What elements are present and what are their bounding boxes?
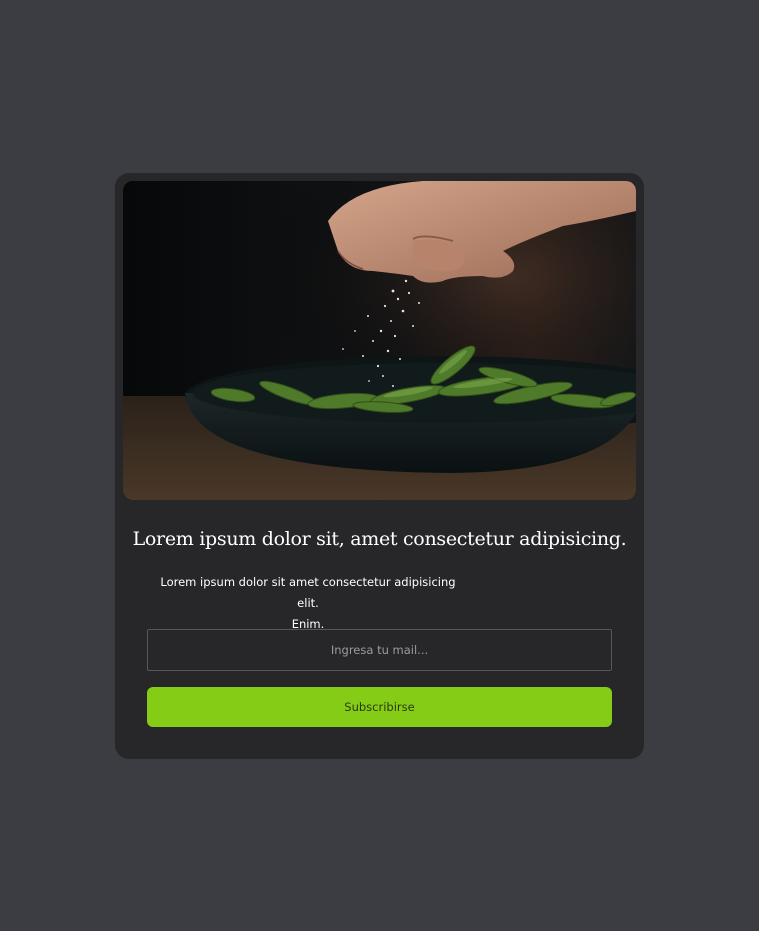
newsletter-card: Lorem ipsum dolor sit, amet consectetur …	[115, 173, 644, 759]
hero-image	[123, 181, 636, 500]
card-description: Lorem ipsum dolor sit amet consectetur a…	[153, 572, 463, 635]
card-title: Lorem ipsum dolor sit, amet consectetur …	[132, 528, 627, 550]
description-line-1: Lorem ipsum dolor sit amet consectetur a…	[160, 575, 456, 610]
subscribe-button[interactable]: Subscribirse	[147, 687, 612, 727]
email-input[interactable]	[147, 629, 612, 671]
